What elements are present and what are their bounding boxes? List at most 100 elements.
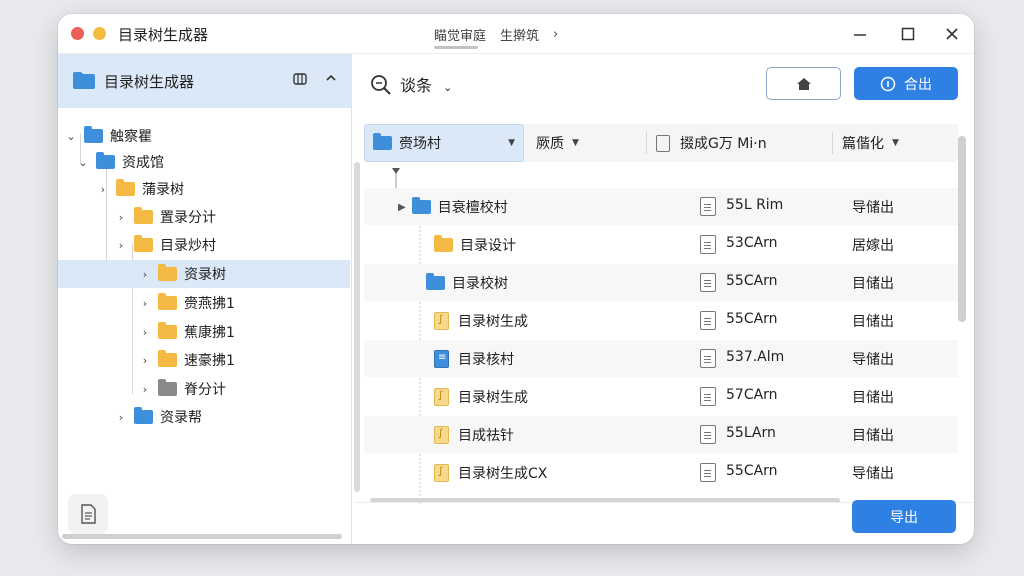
row-size: 55LArn [726, 425, 776, 441]
collapse-icon[interactable] [324, 71, 338, 89]
document-icon [700, 311, 716, 330]
breadcrumb: 瞄觉审庭 生擀筑 › [434, 25, 558, 49]
table-row[interactable]: 目录设计 53CArn 居嫁出 [364, 226, 958, 263]
tree-item-label: 目录炒村 [160, 238, 216, 254]
file-icon: ∫ [434, 312, 449, 330]
document-icon [700, 273, 716, 292]
export-button-label: 导出 [890, 509, 918, 526]
tree-item[interactable]: › 置录分计 [58, 203, 350, 231]
chevron-right-icon[interactable]: › [138, 297, 152, 310]
chevron-down-icon[interactable]: ⌄ [64, 130, 78, 143]
table-row[interactable]: 目录校树 55CArn 目储出 [364, 264, 958, 301]
minimize-icon[interactable] [848, 22, 872, 46]
folder-icon [426, 273, 445, 290]
row-status: 居嫁出 [852, 238, 894, 254]
row-size: 53CArn [726, 235, 778, 251]
tree-item[interactable]: › 资录帮 [58, 403, 350, 431]
document-icon [700, 463, 716, 482]
folder-icon [116, 179, 135, 196]
tree-item[interactable]: › 蕉康拂1 [58, 318, 350, 346]
tree-item[interactable]: › 脊分计 [58, 375, 350, 403]
column-header-status[interactable]: 篇偕化 ▼ [842, 124, 899, 162]
folder-icon [134, 235, 153, 252]
bookmark-icon[interactable] [292, 71, 308, 91]
document-icon [700, 425, 716, 444]
row-status: 导储出 [852, 352, 894, 368]
column-divider[interactable] [832, 132, 833, 154]
breadcrumb-item-2[interactable]: 生擀筑 [500, 25, 539, 44]
export-button[interactable]: 导出 [852, 500, 956, 533]
tree-item-label: 脊分计 [184, 382, 226, 398]
column-header-size[interactable]: 掇成G万 Mi·n [656, 124, 767, 162]
row-status: 导储出 [852, 466, 894, 482]
breadcrumb-item-1[interactable]: 瞄觉审庭 [434, 25, 486, 44]
app-window: 目录树生成器 瞄觉审庭 生擀筑 › 目录树生成器 ⌄ 触察瞿 ⌄ 资成馆 › 蒲… [58, 14, 974, 544]
table-row[interactable]: ▶ 目衰檀校村 55L Rim 导储出 [364, 188, 958, 225]
search-icon[interactable] [370, 74, 392, 96]
sidebar-title: 目录树生成器 [104, 73, 195, 91]
chevron-right-icon[interactable]: › [114, 211, 128, 224]
close-window-dot[interactable] [71, 27, 84, 40]
tree-item[interactable]: › 赍燕拂1 [58, 289, 350, 317]
chevron-right-icon[interactable]: › [96, 183, 110, 196]
tree-item[interactable]: › 速豪拂1 [58, 346, 350, 374]
sidebar-h-scrollbar[interactable] [62, 534, 342, 539]
export-top-button[interactable]: 合出 [854, 67, 958, 100]
chevron-down-icon[interactable]: ⌄ [76, 156, 90, 169]
tree-item-label: 赍燕拂1 [184, 296, 235, 312]
tree-item[interactable]: › 目录炒村 [58, 231, 350, 259]
tree-item-selected[interactable]: › 资录树 [58, 260, 350, 288]
table-row[interactable]: ∫ 目录树生成CX 55CArn 导储出 [364, 454, 958, 491]
row-status: 导储出 [852, 200, 894, 216]
chevron-right-icon[interactable]: › [138, 383, 152, 396]
chevron-right-icon[interactable]: › [138, 268, 152, 281]
row-name: 目录设计 [460, 238, 516, 254]
caret-down-icon: ▼ [508, 138, 515, 148]
table-row[interactable]: ∫ 目录树生成 55CArn 目储出 [364, 302, 958, 339]
document-icon [700, 349, 716, 368]
folder-icon [134, 407, 153, 424]
info-circle-icon [880, 76, 896, 91]
chevron-right-icon[interactable]: › [114, 411, 128, 424]
table-row[interactable]: ∫ 目成祛针 55LArn 目储出 [364, 416, 958, 453]
row-size: 55L Rim [726, 197, 784, 213]
tree-item-label: 蒲录树 [142, 182, 184, 198]
search-filter-dropdown[interactable]: 谈条 ⌄ [400, 72, 452, 96]
main-scrollbar[interactable] [958, 136, 966, 322]
column-label: 篇偕化 [842, 136, 884, 152]
column-header-name[interactable]: 赍场村 ▼ [364, 124, 524, 162]
folder-icon [73, 72, 95, 89]
home-button[interactable] [766, 67, 841, 100]
folder-icon [158, 322, 177, 339]
table-row[interactable]: ∫ 目录树生成 57CArn 目储出 [364, 378, 958, 415]
folder-icon [373, 133, 392, 150]
table-row[interactable]: ≡ 目录核村 537.Alm 导储出 [364, 340, 958, 377]
row-size: 57CArn [726, 387, 778, 403]
folder-icon [158, 264, 177, 281]
file-icon: ∫ [434, 388, 449, 406]
tree-item[interactable]: ⌄ 触察瞿 [58, 122, 350, 150]
chevron-right-icon[interactable]: › [138, 326, 152, 339]
chevron-down-icon: ⌄ [443, 81, 453, 94]
toolbar: 谈条 ⌄ 合出 [354, 54, 974, 112]
column-label: 掇成G万 Mi·n [680, 136, 767, 152]
tree-item[interactable]: ⌄ 资成馆 [58, 148, 350, 176]
tree-item-label: 置录分计 [160, 210, 216, 226]
folder-icon [134, 207, 153, 224]
column-header-type[interactable]: 厥质 ▼ [536, 124, 579, 162]
file-icon: ∫ [434, 426, 449, 444]
close-icon[interactable] [940, 22, 964, 46]
row-name: 目衰檀校村 [437, 200, 508, 216]
chevron-right-icon[interactable]: ▶ [398, 202, 406, 213]
column-label: 赍场村 [399, 136, 441, 152]
column-divider[interactable] [646, 132, 647, 154]
chevron-right-icon[interactable]: › [114, 239, 128, 252]
minimize-window-dot[interactable] [93, 27, 106, 40]
tree-item[interactable]: › 蒲录树 [58, 175, 350, 203]
tree-item-label: 资录树 [184, 267, 226, 283]
row-size: 537.Alm [726, 349, 785, 365]
maximize-icon[interactable] [896, 22, 920, 46]
row-status: 目储出 [852, 276, 894, 292]
chevron-right-icon[interactable]: › [138, 354, 152, 367]
document-icon[interactable] [68, 494, 108, 534]
